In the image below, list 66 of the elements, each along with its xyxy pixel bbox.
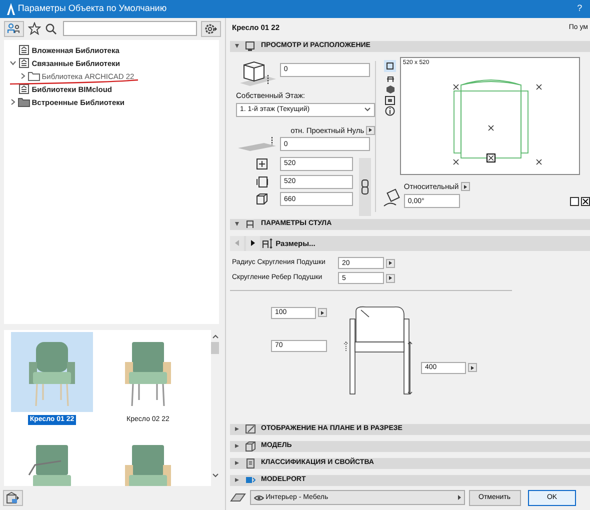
library-manager-button[interactable] [3,490,23,506]
cube-icon[interactable] [386,84,394,94]
folder-icon [28,72,40,81]
checkbox[interactable] [570,197,580,206]
window-title: Параметры Объекта по Умолчанию [18,2,168,16]
checkbox[interactable] [581,197,590,206]
caret-icon[interactable] [235,461,239,466]
section-icon [245,218,256,230]
section-icon [245,474,256,486]
chevron-icon[interactable] [10,99,16,106]
x-mark-icon [582,198,589,206]
info-icon[interactable] [385,106,395,116]
library-icon [18,58,30,68]
section-icon [245,424,256,435]
elevation-icon [236,136,278,152]
section-view-icon[interactable] [385,96,395,105]
chain-link-icon [361,178,369,195]
caret-icon[interactable] [235,44,239,48]
arrow-button[interactable] [386,258,395,268]
scroll-up-icon[interactable] [212,334,218,339]
arrow-button[interactable] [468,363,477,372]
library-icon [18,84,30,94]
floor-plan-view-button[interactable] [384,60,396,72]
scrollbar-thumb[interactable] [211,342,219,354]
arrow-button[interactable] [366,126,375,135]
caret-icon[interactable] [235,222,239,226]
dropdown-arrow-icon [458,495,461,500]
dimensions-icon [262,238,274,249]
library-view-button[interactable] [4,20,24,37]
search-field[interactable] [62,21,198,36]
arrow-button[interactable] [460,182,470,192]
dimension-icon [256,176,268,188]
help-button[interactable]: ? [577,2,582,16]
dimension-icon [256,193,268,206]
section-icon [245,40,256,52]
star-icon[interactable] [28,22,41,36]
app-logo-icon [6,3,16,15]
people-icon [7,23,21,34]
eye-icon [254,494,264,501]
dimension-icon [256,158,268,170]
right-triangle-icon [250,240,255,246]
rotation-icon[interactable] [382,188,402,208]
arrow-button[interactable] [386,274,395,283]
building-icon [6,492,20,504]
gear-icon [204,22,218,35]
caret-icon[interactable] [235,444,239,448]
caret-icon[interactable] [235,427,239,432]
chevron-icon[interactable] [10,60,16,66]
caret-icon[interactable] [235,478,239,482]
folder-icon [18,98,30,107]
section-icon [245,458,256,469]
next-page-button[interactable] [246,236,260,251]
link-proportions-button[interactable] [359,158,371,216]
arrow-button[interactable] [318,308,327,318]
chevron-icon[interactable] [20,73,26,80]
left-triangle-icon [235,240,239,246]
settings-button[interactable] [201,20,221,37]
library-icon [18,45,30,56]
thumbnail-tile[interactable] [11,332,93,412]
dropdown-caret-icon [364,107,371,112]
chair-outline-icon[interactable] [386,74,394,83]
search-icon[interactable] [44,22,57,35]
square-icon [386,62,394,70]
scroll-down-icon[interactable] [212,473,218,478]
layer-icon [230,492,246,504]
section-icon [245,440,256,452]
